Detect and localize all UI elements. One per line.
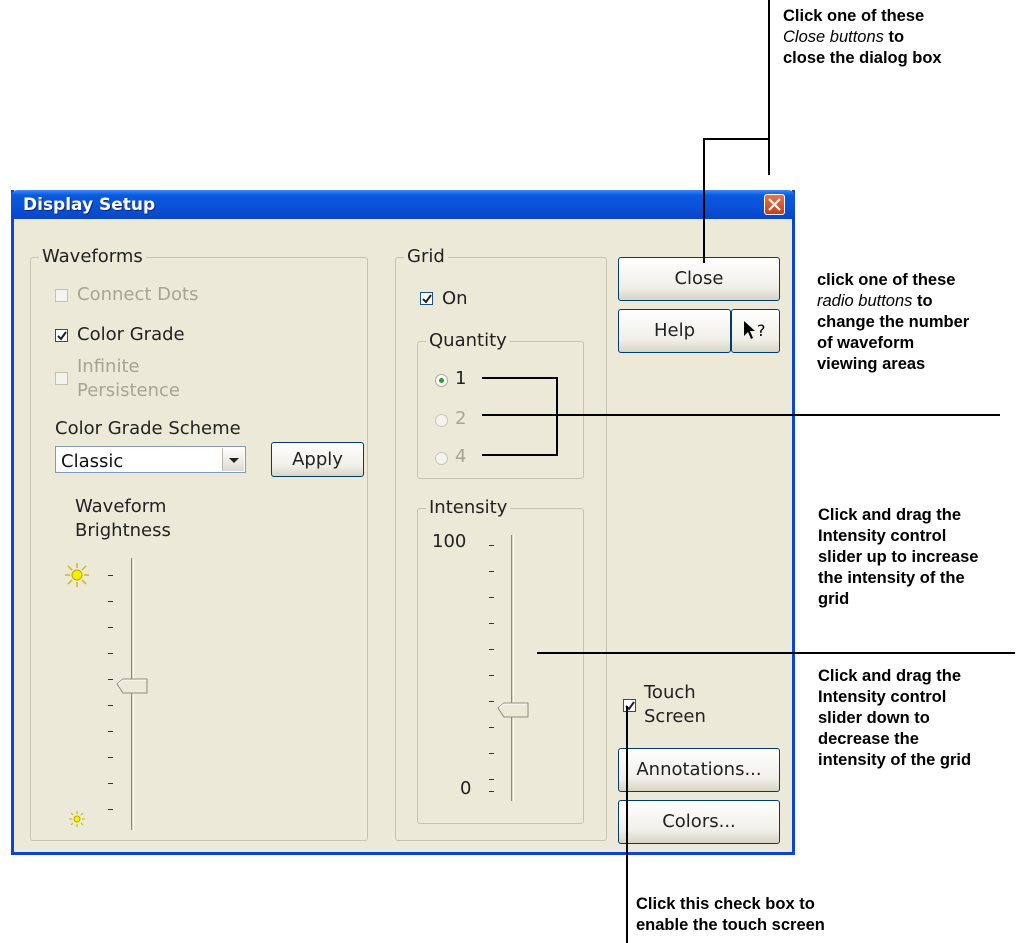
color-grade-scheme-label: Color Grade Scheme bbox=[55, 418, 241, 439]
bright-sun-icon bbox=[65, 563, 89, 587]
dim-sun-icon bbox=[69, 811, 85, 827]
touch-screen-label-1: Touch bbox=[644, 682, 696, 703]
leader-close-vertical-right bbox=[768, 0, 770, 175]
leader-slider bbox=[537, 652, 1015, 654]
callout-touch-screen: Click this check box to enable the touch… bbox=[636, 895, 825, 934]
apply-button[interactable]: Apply bbox=[271, 442, 364, 477]
color-grade-label: Color Grade bbox=[77, 324, 185, 345]
intensity-thumb[interactable] bbox=[497, 702, 529, 718]
whats-this-button[interactable]: ? bbox=[731, 309, 780, 353]
waveform-brightness-label-2: Brightness bbox=[75, 520, 171, 541]
grid-on-checkbox[interactable] bbox=[420, 292, 433, 305]
waveform-brightness-label-1: Waveform bbox=[75, 496, 167, 517]
grid-legend: Grid bbox=[404, 247, 448, 267]
dialog-title: Display Setup bbox=[23, 195, 156, 215]
quantity-option-2: 2 bbox=[455, 408, 467, 429]
intensity-min-label: 0 bbox=[460, 778, 472, 799]
color-grade-scheme-value: Classic bbox=[61, 451, 124, 472]
leader-close-horizontal bbox=[703, 138, 770, 140]
help-button[interactable]: Help bbox=[618, 309, 731, 353]
close-window-button[interactable] bbox=[764, 194, 785, 215]
waveforms-legend: Waveforms bbox=[39, 247, 146, 267]
leader-close-vertical-left bbox=[703, 138, 705, 263]
leader-radio-2 bbox=[482, 414, 1000, 416]
close-icon bbox=[768, 198, 781, 211]
quantity-option-4: 4 bbox=[455, 446, 467, 467]
connect-dots-checkbox[interactable] bbox=[55, 289, 68, 302]
display-setup-dialog: Display Setup Waveforms Connect Dots Col… bbox=[11, 190, 795, 855]
leader-touch-screen bbox=[626, 706, 628, 943]
callout-slider-up: Click and drag the Intensity control sli… bbox=[818, 506, 979, 608]
title-bar[interactable]: Display Setup bbox=[11, 190, 795, 219]
intensity-slider[interactable] bbox=[479, 535, 539, 803]
callout-radio-buttons: click one of these radio buttons to chan… bbox=[817, 271, 970, 373]
leader-radio-4 bbox=[482, 454, 558, 456]
grid-on-label: On bbox=[442, 288, 468, 309]
close-button[interactable]: Close bbox=[618, 257, 780, 301]
annotations-button[interactable]: Annotations... bbox=[618, 748, 780, 792]
infinite-persistence-checkbox[interactable] bbox=[55, 372, 68, 385]
intensity-track[interactable] bbox=[511, 535, 514, 801]
quantity-option-1: 1 bbox=[455, 368, 467, 389]
leader-radio-1 bbox=[482, 377, 558, 379]
colors-button[interactable]: Colors... bbox=[618, 800, 780, 844]
quantity-legend: Quantity bbox=[426, 331, 510, 351]
waveform-brightness-track[interactable] bbox=[131, 558, 134, 830]
intensity-legend: Intensity bbox=[426, 498, 511, 518]
touch-screen-label-2: Screen bbox=[644, 706, 706, 727]
svg-text:?: ? bbox=[757, 321, 766, 340]
color-grade-checkbox[interactable] bbox=[55, 329, 68, 342]
callout-close-buttons: Click one of these Close buttons to clos… bbox=[783, 7, 942, 67]
infinite-persistence-label-2: Persistence bbox=[77, 380, 180, 401]
waveform-brightness-thumb[interactable] bbox=[116, 678, 148, 694]
waveform-brightness-slider[interactable] bbox=[94, 558, 154, 832]
quantity-radio-2[interactable] bbox=[435, 414, 448, 427]
quantity-radio-1[interactable] bbox=[435, 374, 448, 387]
color-grade-scheme-select[interactable]: Classic bbox=[55, 446, 246, 473]
touch-screen-checkbox[interactable] bbox=[623, 699, 636, 712]
connect-dots-label: Connect Dots bbox=[77, 284, 199, 305]
infinite-persistence-label-1: Infinite bbox=[77, 356, 140, 377]
checkmark-icon bbox=[57, 331, 67, 341]
checkmark-icon bbox=[422, 294, 432, 304]
whats-this-pointer-icon: ? bbox=[744, 321, 766, 340]
quantity-radio-4[interactable] bbox=[435, 452, 448, 465]
callout-slider-down: Click and drag the Intensity control sli… bbox=[818, 667, 972, 769]
dropdown-arrow-icon[interactable] bbox=[222, 448, 244, 471]
leader-radio-bracket bbox=[556, 377, 558, 456]
intensity-max-label: 100 bbox=[432, 531, 467, 552]
